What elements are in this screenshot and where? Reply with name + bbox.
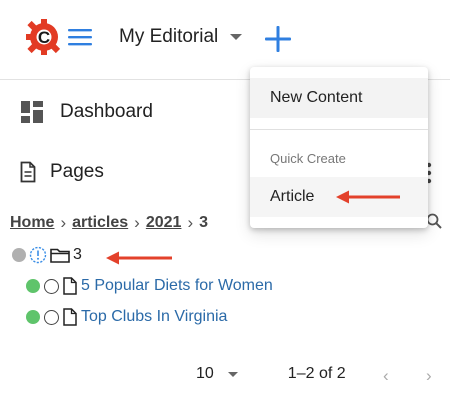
site-name: My Editorial [119, 26, 219, 47]
breadcrumb-item-home[interactable]: Home [10, 214, 54, 232]
site-selector[interactable]: My Editorial [119, 26, 243, 48]
rows-per-page-select[interactable]: 10 [196, 365, 238, 383]
menu-divider [250, 129, 428, 130]
crafter-logo-icon[interactable]: C [24, 17, 64, 57]
tree-root-folder[interactable]: 3 [12, 246, 82, 264]
sidebar-item-label: Pages [50, 161, 104, 182]
status-dot [26, 279, 40, 293]
tree-item-label[interactable]: Top Clubs In Virginia [81, 308, 227, 326]
sidebar-item-pages[interactable]: Pages [20, 161, 104, 183]
breadcrumb-separator: › [187, 213, 194, 232]
tree-item[interactable]: Top Clubs In Virginia [26, 308, 227, 326]
pagination: 10 1–2 of 2 [196, 365, 346, 383]
sidebar-item-dashboard[interactable]: Dashboard [20, 100, 153, 124]
new-content-menu-item[interactable]: New Content [250, 78, 428, 118]
breadcrumb-item-articles[interactable]: articles [72, 214, 128, 232]
svg-text:C: C [38, 28, 50, 47]
breadcrumb: Home › articles › 2021 › 3 [10, 213, 208, 233]
tree-item[interactable]: 5 Popular Diets for Women [26, 277, 273, 295]
workflow-clock-icon [29, 246, 47, 264]
search-icon[interactable] [426, 213, 442, 229]
document-icon [63, 277, 77, 295]
lock-status-icon [44, 309, 59, 325]
sidebar-item-label: Dashboard [60, 101, 153, 122]
document-icon [20, 161, 36, 183]
plus-icon[interactable] [264, 25, 292, 53]
chevron-down-icon [230, 34, 243, 40]
dashboard-grid-icon [21, 101, 43, 123]
status-dot [12, 248, 26, 262]
breadcrumb-item-2021[interactable]: 2021 [146, 214, 182, 232]
quick-create-header: Quick Create [270, 151, 346, 166]
next-page-icon[interactable]: › [426, 366, 432, 386]
menu-item-label: Article [270, 188, 315, 205]
lock-status-icon [44, 278, 59, 294]
tree-root-label: 3 [73, 246, 82, 263]
page-size-value: 10 [196, 365, 214, 382]
breadcrumb-separator: › [60, 213, 67, 232]
breadcrumb-item-current: 3 [199, 214, 209, 231]
annotation-arrow-icon [336, 190, 400, 204]
status-dot [26, 310, 40, 324]
breadcrumb-separator: › [134, 213, 140, 232]
pagination-range: 1–2 of 2 [287, 365, 346, 382]
folder-icon [50, 248, 70, 263]
chevron-down-icon [227, 371, 238, 377]
previous-page-icon[interactable]: ‹ [383, 366, 389, 386]
annotation-arrow-icon [106, 251, 172, 265]
menu-item-label: New Content [270, 89, 363, 106]
hamburger-menu-icon[interactable] [68, 27, 92, 47]
tree-item-label[interactable]: 5 Popular Diets for Women [81, 277, 273, 295]
document-icon [63, 308, 77, 326]
